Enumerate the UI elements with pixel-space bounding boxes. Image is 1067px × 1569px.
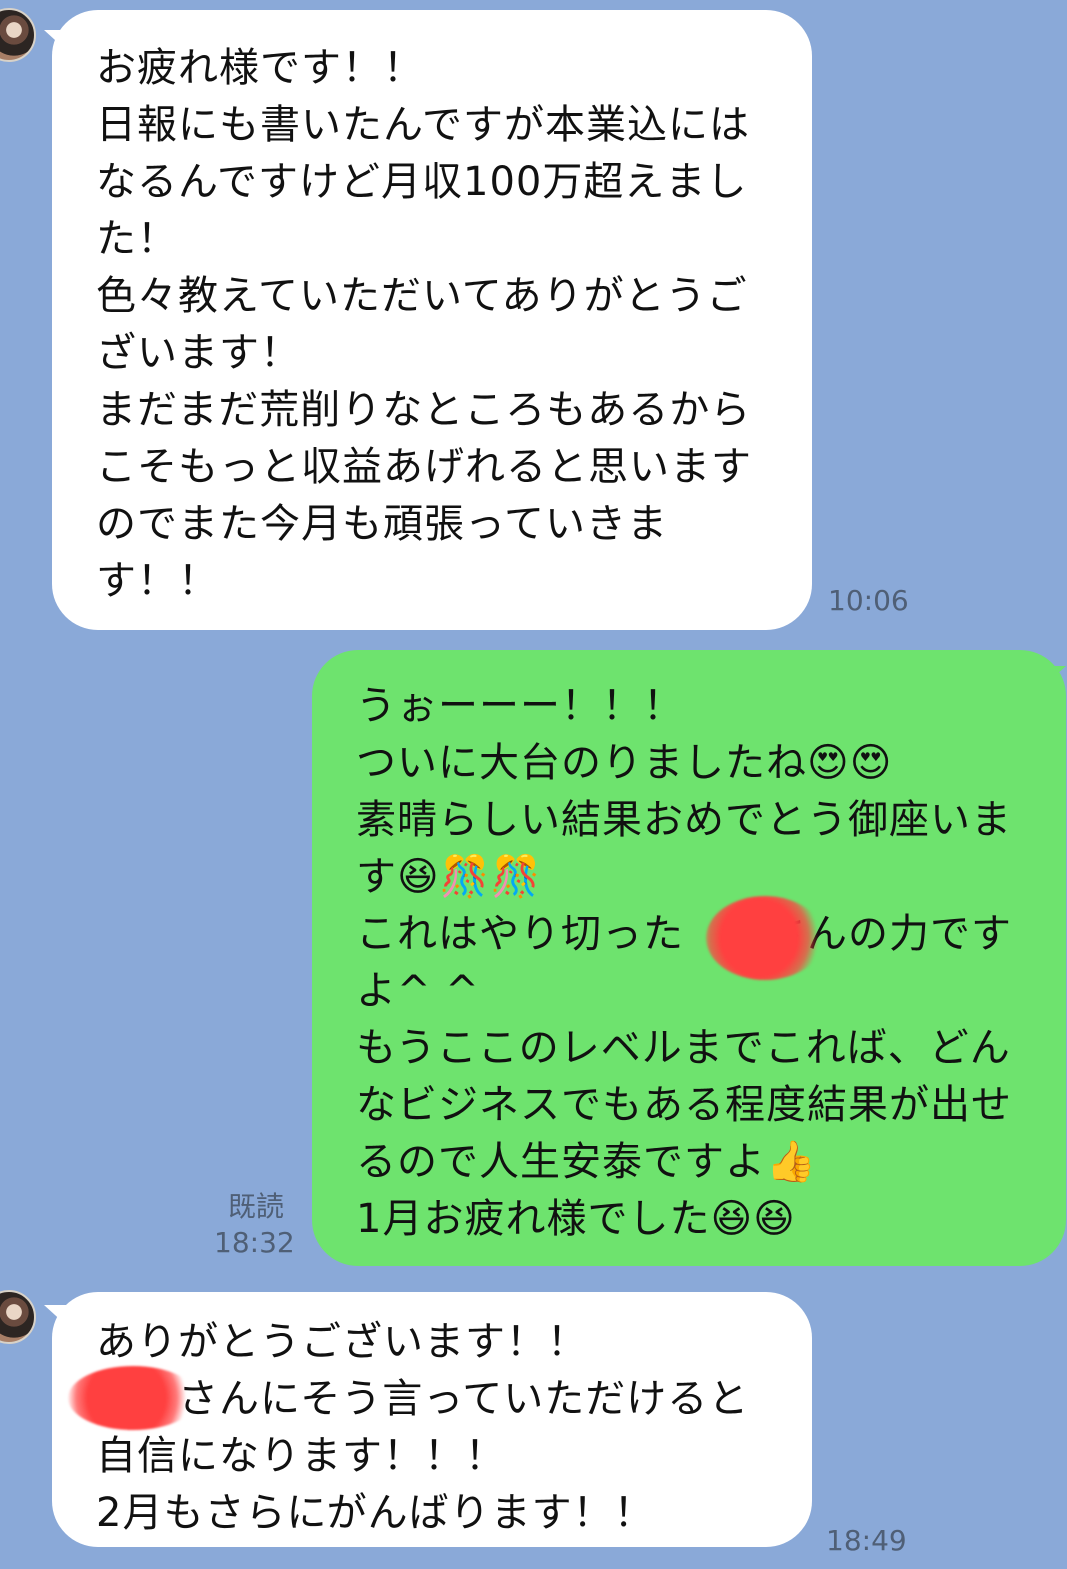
redaction-mark [706,896,824,980]
sender-avatar[interactable] [0,8,36,62]
chat-area: お疲れ様です！！ 日報にも書いたんですが本業込にはなるんですけど月収100万超え… [0,0,1067,1569]
message-timestamp: 10:06 [828,584,909,617]
redaction-mark [68,1366,198,1430]
read-receipt: 既読 [227,1190,284,1223]
message-timestamp: 18:32 [214,1226,295,1259]
message-timestamp: 18:49 [826,1524,907,1557]
message-bubble-outgoing[interactable]: うぉーーー！！！ ついに大台のりましたね😍😍 素晴らしい結果おめでとう御座います… [312,650,1066,1266]
bubble-tail [1044,666,1066,686]
sender-avatar[interactable] [0,1290,36,1344]
message-bubble-incoming[interactable]: お疲れ様です！！ 日報にも書いたんですが本業込にはなるんですけど月収100万超え… [52,10,812,630]
